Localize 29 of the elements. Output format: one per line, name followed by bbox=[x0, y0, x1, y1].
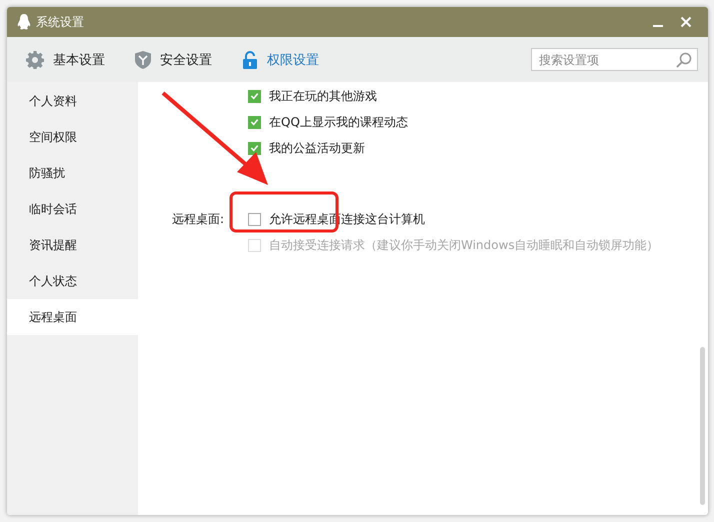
minimize-icon bbox=[653, 25, 663, 27]
scrollbar-thumb[interactable] bbox=[700, 347, 705, 505]
gear-icon bbox=[26, 50, 44, 68]
sidebar-item[interactable]: 空间权限 bbox=[7, 119, 138, 155]
option-label: 我的公益活动更新 bbox=[269, 140, 365, 156]
sidebar-item[interactable]: 防骚扰 bbox=[7, 155, 138, 191]
settings-tab[interactable]: 安全设置 bbox=[135, 46, 212, 72]
option-label: 我正在玩的其他游戏 bbox=[269, 88, 377, 104]
sidebar-item[interactable]: 个人状态 bbox=[7, 263, 138, 299]
sidebar-item[interactable]: 资讯提醒 bbox=[7, 227, 138, 263]
checkbox[interactable] bbox=[248, 212, 261, 226]
sidebar-item[interactable]: 远程桌面 bbox=[7, 299, 138, 335]
sidebar-item[interactable]: 个人资料 bbox=[7, 83, 138, 119]
checkbox[interactable] bbox=[248, 90, 261, 102]
settings-tab[interactable]: 权限设置 bbox=[242, 46, 319, 72]
penguin-icon bbox=[17, 14, 31, 30]
checkbox[interactable] bbox=[248, 142, 261, 154]
shield-icon bbox=[135, 50, 151, 68]
option-label: 自动接受连接请求（建议你手动关闭Windows自动睡眠和自动锁屏功能） bbox=[269, 236, 659, 254]
window-title: 系统设置 bbox=[36, 14, 84, 30]
search-icon bbox=[676, 52, 692, 68]
section-label: 远程桌面: bbox=[172, 212, 224, 226]
option-label: 在QQ上显示我的课程动态 bbox=[269, 114, 408, 130]
lock-icon bbox=[242, 50, 258, 68]
close-icon bbox=[680, 16, 692, 28]
checkbox[interactable] bbox=[248, 116, 261, 128]
sidebar-item[interactable]: 临时会话 bbox=[7, 191, 138, 227]
search-field[interactable]: 搜索设置项 bbox=[531, 48, 698, 71]
settings-tab[interactable]: 基本设置 bbox=[26, 46, 105, 72]
